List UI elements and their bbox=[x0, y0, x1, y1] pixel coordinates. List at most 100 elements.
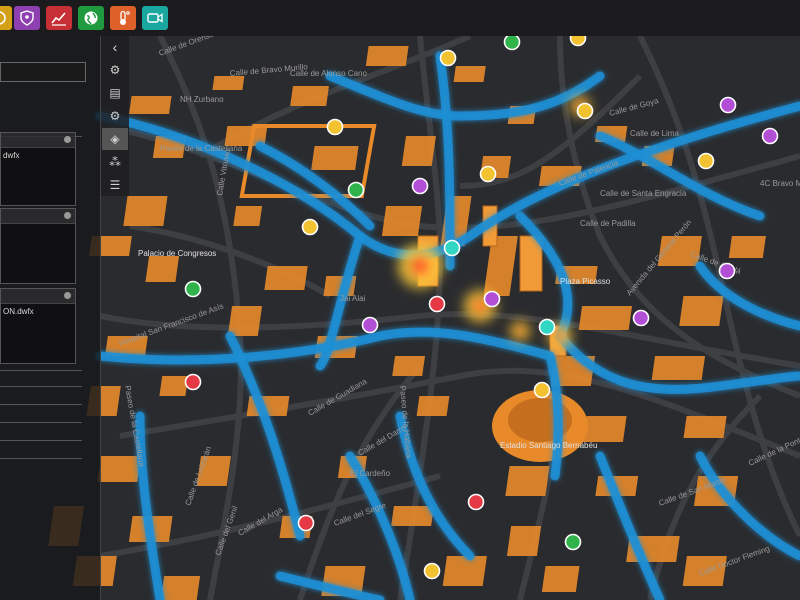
poi-marker[interactable] bbox=[479, 165, 497, 183]
visibility-icon[interactable] bbox=[64, 136, 71, 143]
file-group-3: ON.dwfx bbox=[0, 288, 76, 364]
poi-label: Palacio de Congresos bbox=[138, 249, 216, 258]
panel-divider bbox=[0, 458, 82, 459]
building bbox=[129, 96, 172, 114]
security-button[interactable] bbox=[14, 6, 40, 30]
tower-building bbox=[519, 235, 543, 292]
building bbox=[392, 356, 426, 376]
poi-marker[interactable] bbox=[483, 290, 501, 308]
poi-marker[interactable] bbox=[569, 36, 587, 47]
file-group-2 bbox=[0, 208, 76, 284]
document-tool[interactable]: ▤ bbox=[102, 82, 128, 104]
panel-divider bbox=[0, 370, 82, 371]
building bbox=[227, 306, 263, 336]
temperature-button[interactable] bbox=[110, 6, 136, 30]
globe-button[interactable] bbox=[78, 6, 104, 30]
file-group-header[interactable] bbox=[1, 133, 75, 148]
building bbox=[123, 196, 168, 226]
poi-marker[interactable] bbox=[564, 533, 582, 551]
list-tool[interactable]: ☰ bbox=[102, 174, 128, 196]
street-label: Calle de Alonso Cano bbox=[290, 69, 367, 78]
settings-tool[interactable]: ⚙ bbox=[102, 59, 128, 81]
poi-marker[interactable] bbox=[439, 49, 457, 67]
building bbox=[391, 506, 434, 526]
building bbox=[233, 206, 263, 226]
building bbox=[683, 416, 727, 438]
poi-marker[interactable] bbox=[761, 127, 779, 145]
trend-chart-icon bbox=[51, 12, 66, 26]
building bbox=[541, 566, 580, 592]
poi-marker[interactable] bbox=[533, 381, 551, 399]
hotspot-core bbox=[554, 330, 566, 342]
poi-label: Plaza Picasso bbox=[560, 277, 611, 286]
poi-marker[interactable] bbox=[184, 280, 202, 298]
building bbox=[651, 356, 706, 380]
building bbox=[679, 296, 724, 326]
building bbox=[728, 236, 766, 258]
hotspot-core bbox=[515, 326, 525, 336]
panel-divider bbox=[0, 404, 82, 405]
visibility-icon[interactable] bbox=[64, 212, 71, 219]
file-group-header[interactable] bbox=[1, 209, 75, 224]
street-label: Calle de Lima bbox=[630, 129, 679, 138]
poi-marker[interactable] bbox=[538, 318, 556, 336]
street-label: NH Zurbano bbox=[180, 95, 224, 104]
analytics-button[interactable] bbox=[46, 6, 72, 30]
poi-marker[interactable] bbox=[326, 118, 344, 136]
poi-marker[interactable] bbox=[467, 493, 485, 511]
building bbox=[264, 266, 308, 290]
layers-icon bbox=[0, 11, 6, 25]
file-group-header[interactable] bbox=[1, 289, 75, 304]
thermometer-icon bbox=[120, 10, 130, 25]
panel-divider bbox=[0, 386, 82, 387]
visibility-icon[interactable] bbox=[64, 292, 71, 299]
building bbox=[505, 466, 550, 496]
poi-marker[interactable] bbox=[632, 309, 650, 327]
poi-marker[interactable] bbox=[719, 96, 737, 114]
building bbox=[290, 86, 329, 106]
poi-marker[interactable] bbox=[576, 102, 594, 120]
collapse-panel-button[interactable]: ‹ bbox=[101, 36, 129, 58]
street-label: Calle de Padilla bbox=[580, 219, 636, 228]
poi-marker[interactable] bbox=[718, 262, 736, 280]
poi-marker[interactable] bbox=[411, 177, 429, 195]
poi-marker[interactable] bbox=[184, 373, 202, 391]
street-label: Calle de Santa Engracia bbox=[600, 189, 687, 198]
poi-marker[interactable] bbox=[697, 152, 715, 170]
file-group-1: dwfx bbox=[0, 132, 76, 206]
building bbox=[145, 256, 180, 282]
building bbox=[416, 396, 450, 416]
building bbox=[365, 46, 409, 66]
layers-button[interactable] bbox=[0, 6, 12, 30]
building bbox=[442, 556, 487, 586]
poi-marker[interactable] bbox=[297, 514, 315, 532]
gear-icon: ⚙ bbox=[109, 63, 121, 77]
street-label: 4C Bravo Murillo bbox=[760, 179, 800, 188]
poi-marker[interactable] bbox=[301, 218, 319, 236]
top-toolbar bbox=[0, 0, 800, 37]
poi-marker[interactable] bbox=[503, 36, 521, 51]
building bbox=[582, 416, 627, 442]
building bbox=[212, 76, 245, 90]
file-name[interactable]: dwfx bbox=[3, 151, 19, 160]
building bbox=[453, 66, 486, 82]
document-icon: ▤ bbox=[109, 86, 121, 100]
poi-marker[interactable] bbox=[361, 316, 379, 334]
camera-button[interactable] bbox=[142, 6, 168, 30]
building bbox=[506, 526, 542, 556]
poi-marker[interactable] bbox=[347, 181, 365, 199]
panel-search-input[interactable] bbox=[0, 62, 86, 82]
file-name[interactable]: ON.dwfx bbox=[3, 307, 34, 316]
hotspot-core bbox=[410, 256, 430, 276]
poi-marker[interactable] bbox=[428, 295, 446, 313]
components-tool[interactable]: ⁂ bbox=[102, 151, 128, 173]
poi-marker[interactable] bbox=[443, 239, 461, 257]
building bbox=[578, 306, 633, 330]
poi-marker[interactable] bbox=[423, 562, 441, 580]
advanced-settings-tool[interactable]: ⚙ bbox=[102, 105, 128, 127]
building bbox=[159, 376, 189, 396]
building bbox=[311, 146, 359, 170]
building bbox=[160, 576, 201, 600]
globe-icon bbox=[84, 11, 98, 25]
3d-model-tool[interactable]: ◈ bbox=[102, 128, 128, 150]
